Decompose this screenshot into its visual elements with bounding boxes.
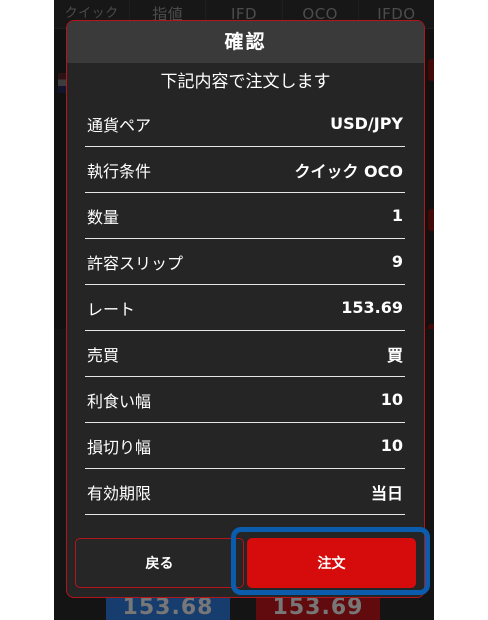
summary-row-expiry: 有効期限 当日 [85, 469, 405, 515]
row-label: 通貨ペア [87, 115, 152, 135]
row-label: 執行条件 [87, 161, 152, 181]
row-label: レート [87, 299, 136, 319]
summary-row-slippage: 許容スリップ 9 [85, 239, 405, 285]
summary-row-side: 売買 買 [85, 331, 405, 377]
summary-row-quantity: 数量 1 [85, 193, 405, 239]
order-button-highlight [231, 527, 430, 595]
dialog-subtitle: 下記内容で注文します [160, 72, 331, 92]
row-value: USD/JPY [330, 114, 403, 133]
row-value: 1 [391, 206, 403, 225]
dialog-title: 確認 [67, 21, 424, 63]
row-label: 売買 [87, 345, 120, 365]
row-label: 利食い幅 [87, 391, 152, 411]
row-value: 当日 [370, 483, 403, 503]
row-value: 9 [391, 252, 403, 271]
summary-row-rate: レート 153.69 [85, 285, 405, 331]
row-value: クイック OCO [294, 161, 403, 181]
summary-row-execution: 執行条件 クイック OCO [85, 147, 405, 193]
row-value: 153.69 [341, 298, 403, 317]
back-button[interactable]: 戻る [75, 538, 244, 588]
summary-row-take-profit: 利食い幅 10 [85, 377, 405, 423]
row-value: 10 [380, 436, 403, 455]
row-label: 損切り幅 [87, 437, 152, 457]
confirm-dialog: 確認 下記内容で注文します 通貨ペア USD/JPY 執行条件 クイック OCO… [66, 20, 425, 598]
row-value: 10 [380, 390, 403, 409]
summary-row-currency-pair: 通貨ペア USD/JPY [85, 101, 405, 147]
row-value: 買 [386, 345, 403, 365]
row-label: 許容スリップ [87, 253, 184, 273]
row-label: 数量 [87, 207, 120, 227]
row-label: 有効期限 [87, 483, 152, 503]
summary-row-stop-loss: 損切り幅 10 [85, 423, 405, 469]
order-summary-list: 通貨ペア USD/JPY 執行条件 クイック OCO 数量 1 許容スリップ 9… [85, 101, 405, 515]
